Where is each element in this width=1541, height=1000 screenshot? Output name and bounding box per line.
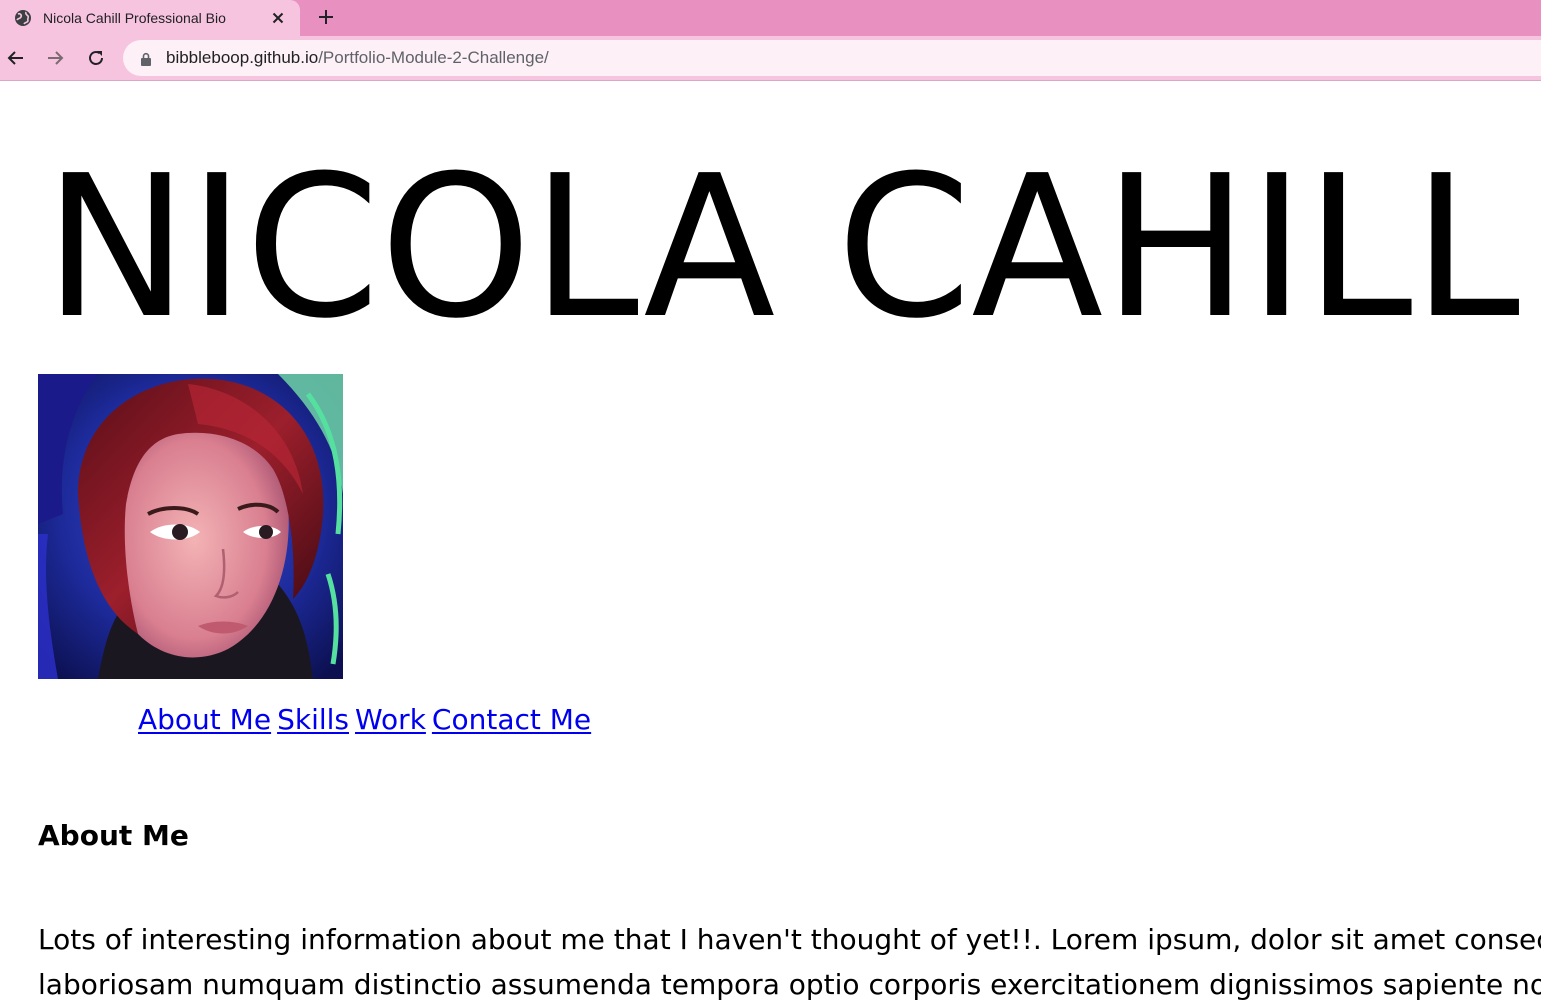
arrow-left-icon[interactable]	[0, 42, 32, 74]
browser-tab[interactable]: Nicola Cahill Professional Bio	[0, 0, 300, 36]
plus-icon[interactable]	[311, 2, 341, 32]
browser-toolbar: bibbleboop.github.io/Portfolio-Module-2-…	[0, 36, 1541, 80]
page-content: NICOLA CAHILL About Me Skills Work Conta…	[0, 81, 1541, 1000]
bio-line-2: laboriosam numquam distinctio assumenda …	[38, 968, 1541, 1000]
nav-link-about[interactable]: About Me	[138, 703, 271, 736]
globe-icon	[14, 9, 32, 27]
bio-line-1: Lots of interesting information about me…	[38, 923, 1541, 956]
url-text: bibbleboop.github.io/Portfolio-Module-2-…	[166, 48, 549, 68]
about-bio: Lots of interesting information about me…	[38, 917, 1541, 1000]
nav-link-skills[interactable]: Skills	[277, 703, 349, 736]
lock-icon[interactable]	[139, 51, 153, 66]
about-heading: About Me	[38, 819, 189, 852]
url-path: /Portfolio-Module-2-Challenge/	[318, 48, 549, 67]
reload-icon[interactable]	[80, 42, 112, 74]
tab-strip: Nicola Cahill Professional Bio	[0, 0, 1541, 36]
main-nav: About Me Skills Work Contact Me	[138, 703, 597, 736]
arrow-right-icon[interactable]	[39, 42, 71, 74]
tab-title: Nicola Cahill Professional Bio	[43, 10, 226, 26]
url-host: bibbleboop.github.io	[166, 48, 319, 67]
hero-name-text: NICOLA CAHILL	[44, 151, 1520, 341]
hero-name: NICOLA CAHILL	[40, 151, 1540, 341]
avatar	[38, 374, 343, 679]
browser-chrome: Nicola Cahill Professional Bio bibbleboo…	[0, 0, 1541, 81]
address-bar[interactable]: bibbleboop.github.io/Portfolio-Module-2-…	[123, 40, 1541, 76]
nav-link-work[interactable]: Work	[355, 703, 426, 736]
nav-link-contact[interactable]: Contact Me	[432, 703, 591, 736]
close-icon[interactable]	[266, 6, 290, 30]
